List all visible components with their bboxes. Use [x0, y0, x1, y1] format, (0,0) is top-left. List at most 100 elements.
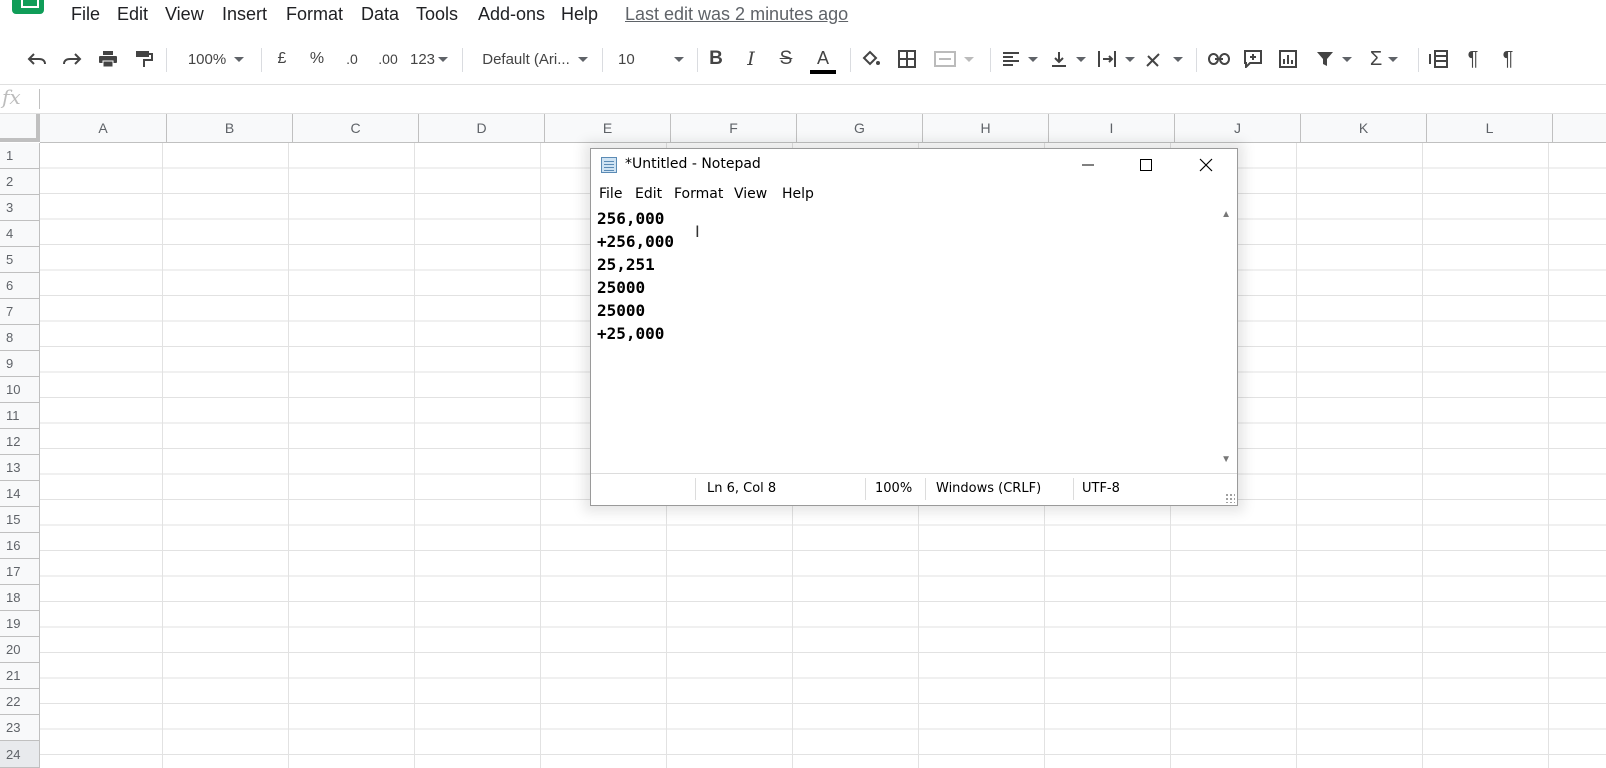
row-header-12[interactable]: 12: [0, 429, 40, 455]
rtl-text-icon[interactable]: ¶: [1497, 38, 1519, 80]
insert-link-icon[interactable]: [1206, 38, 1232, 80]
row-header-23[interactable]: 23: [0, 715, 40, 741]
row-header-5[interactable]: 5: [0, 247, 40, 273]
column-header-c[interactable]: C: [293, 114, 419, 143]
notepad-menu-bar: File Edit Format View Help: [591, 181, 1237, 207]
row-header-10[interactable]: 10: [0, 377, 40, 403]
maximize-button[interactable]: [1117, 149, 1175, 181]
borders-icon[interactable]: [896, 38, 918, 80]
menu-addons[interactable]: Add-ons: [478, 4, 545, 25]
text-wrapping-icon[interactable]: [1094, 38, 1138, 80]
vertical-align-icon[interactable]: [1046, 38, 1090, 80]
text-color-icon[interactable]: A: [810, 38, 836, 80]
toolbar: 100% £ % .0 .00 123 Default (Ari... 10 B…: [0, 38, 1606, 80]
menu-format[interactable]: Format: [286, 4, 343, 25]
column-header-k[interactable]: K: [1301, 114, 1427, 143]
menu-insert[interactable]: Insert: [222, 4, 267, 25]
bold-icon[interactable]: B: [706, 38, 726, 80]
notepad-menu-file[interactable]: File: [599, 186, 622, 202]
minimize-icon: [1082, 164, 1094, 166]
row-header-17[interactable]: 17: [0, 559, 40, 585]
row-header-18[interactable]: 18: [0, 585, 40, 611]
row-header-7[interactable]: 7: [0, 299, 40, 325]
notepad-text-area[interactable]: 256,000 +256,000 25,251 25000 25000 +25,…: [591, 207, 1237, 469]
freeze-icon[interactable]: [1428, 38, 1450, 80]
insert-chart-icon[interactable]: [1277, 38, 1299, 80]
menu-help[interactable]: Help: [561, 4, 598, 25]
strikethrough-icon[interactable]: S: [775, 38, 797, 80]
column-header-j[interactable]: J: [1175, 114, 1301, 143]
sheets-logo-icon[interactable]: [12, 0, 44, 14]
last-edit-link[interactable]: Last edit was 2 minutes ago: [625, 4, 848, 25]
menu-edit[interactable]: Edit: [117, 4, 148, 25]
row-header-3[interactable]: 3: [0, 195, 40, 221]
row-header-15[interactable]: 15: [0, 507, 40, 533]
row-header-2[interactable]: 2: [0, 169, 40, 195]
paint-format-icon[interactable]: [132, 38, 156, 80]
scroll-down-icon[interactable]: ▼: [1221, 454, 1231, 465]
menu-tools[interactable]: Tools: [416, 4, 458, 25]
scroll-up-icon[interactable]: ▲: [1221, 209, 1231, 220]
row-header-8[interactable]: 8: [0, 325, 40, 351]
redo-icon[interactable]: [60, 38, 84, 80]
percent-format-button[interactable]: %: [309, 38, 325, 80]
fill-color-icon[interactable]: [860, 38, 882, 80]
italic-icon[interactable]: I: [741, 38, 761, 80]
close-icon: [1199, 158, 1213, 172]
horizontal-align-icon[interactable]: [998, 38, 1042, 80]
print-icon[interactable]: [96, 38, 120, 80]
merge-cells-icon[interactable]: [930, 38, 978, 80]
insert-comment-icon[interactable]: [1242, 38, 1264, 80]
column-header-l[interactable]: L: [1427, 114, 1553, 143]
column-header-a[interactable]: A: [40, 114, 167, 143]
menu-data[interactable]: Data: [361, 4, 399, 25]
text-rotation-icon[interactable]: [1142, 38, 1186, 80]
row-header-9[interactable]: 9: [0, 351, 40, 377]
encoding-status: UTF-8: [1082, 481, 1120, 496]
currency-format-button[interactable]: £: [274, 38, 290, 80]
functions-icon[interactable]: Σ: [1364, 38, 1404, 80]
close-button[interactable]: [1177, 149, 1235, 181]
menu-bar: File Edit View Insert Format Data Tools …: [0, 0, 1606, 30]
filter-icon[interactable]: [1312, 38, 1356, 80]
column-header-h[interactable]: H: [923, 114, 1049, 143]
ltr-text-icon[interactable]: ¶: [1462, 38, 1484, 80]
notepad-titlebar[interactable]: *Untitled - Notepad: [591, 149, 1237, 181]
decrease-decimal-button[interactable]: .0: [340, 38, 364, 80]
formula-input[interactable]: [44, 87, 1588, 111]
column-header-d[interactable]: D: [419, 114, 545, 143]
row-header-24[interactable]: 24: [0, 741, 40, 768]
row-header-19[interactable]: 19: [0, 611, 40, 637]
font-size-select[interactable]: 10: [618, 38, 684, 80]
row-header-6[interactable]: 6: [0, 273, 40, 299]
row-header-4[interactable]: 4: [0, 221, 40, 247]
resize-grip-icon[interactable]: [1225, 493, 1235, 503]
menu-file[interactable]: File: [71, 4, 100, 25]
column-header-f[interactable]: F: [671, 114, 797, 143]
column-header-i[interactable]: I: [1049, 114, 1175, 143]
column-header-overflow: [1553, 114, 1606, 143]
row-header-1[interactable]: 1: [0, 143, 40, 169]
column-header-b[interactable]: B: [167, 114, 293, 143]
row-header-21[interactable]: 21: [0, 663, 40, 689]
column-header-g[interactable]: G: [797, 114, 923, 143]
row-header-16[interactable]: 16: [0, 533, 40, 559]
zoom-select[interactable]: 100%: [180, 38, 252, 80]
undo-icon[interactable]: [25, 38, 49, 80]
row-header-13[interactable]: 13: [0, 455, 40, 481]
notepad-menu-edit[interactable]: Edit: [635, 186, 662, 202]
row-header-11[interactable]: 11: [0, 403, 40, 429]
select-all-corner[interactable]: [0, 114, 40, 142]
menu-view[interactable]: View: [165, 4, 204, 25]
row-header-22[interactable]: 22: [0, 689, 40, 715]
notepad-menu-view[interactable]: View: [734, 186, 767, 202]
increase-decimal-button[interactable]: .00: [374, 38, 402, 80]
column-header-e[interactable]: E: [545, 114, 671, 143]
notepad-menu-format[interactable]: Format: [674, 186, 723, 202]
more-formats-select[interactable]: 123: [408, 38, 450, 80]
notepad-menu-help[interactable]: Help: [782, 186, 814, 202]
row-header-20[interactable]: 20: [0, 637, 40, 663]
minimize-button[interactable]: [1059, 149, 1117, 181]
font-family-select[interactable]: Default (Ari...: [476, 38, 594, 80]
row-header-14[interactable]: 14: [0, 481, 40, 507]
